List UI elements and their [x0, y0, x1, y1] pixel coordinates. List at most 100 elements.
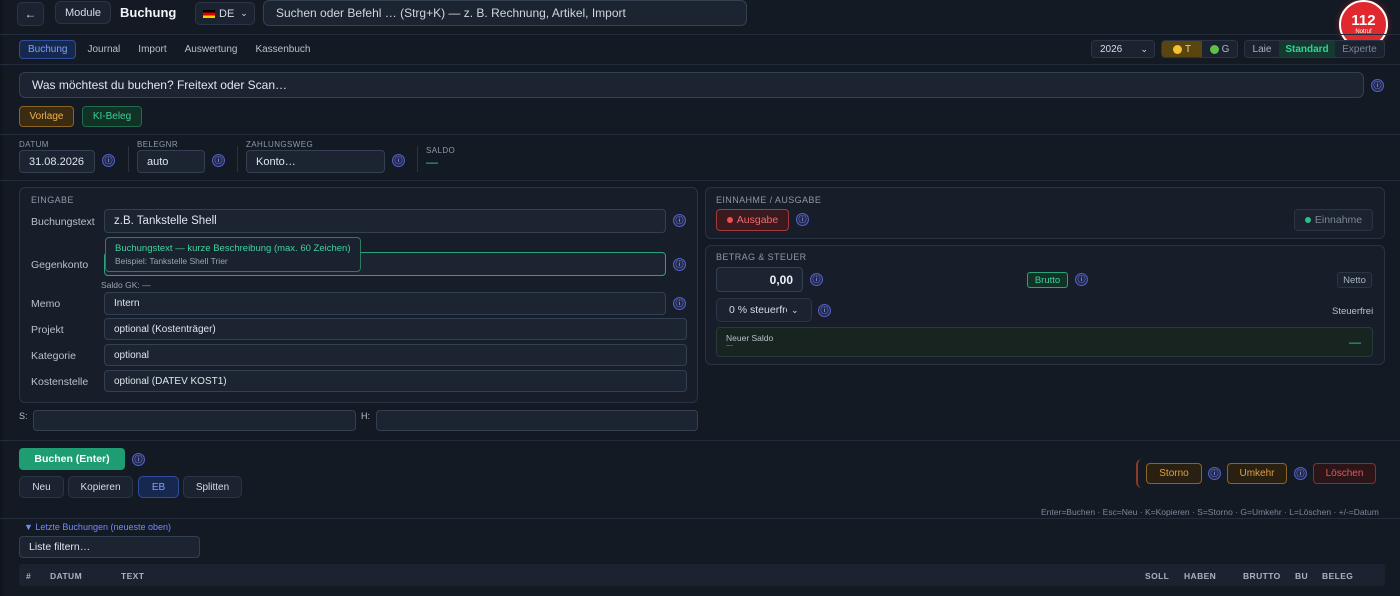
- year-value: 2026: [1100, 43, 1123, 55]
- tab-buchung[interactable]: Buchung: [19, 39, 77, 59]
- info-icon[interactable]: ⓘ: [796, 213, 809, 226]
- einnahme-button[interactable]: Einnahme: [1294, 209, 1373, 231]
- field-separator: [417, 146, 418, 172]
- saldo-label: SALDO: [426, 146, 456, 155]
- buchungstext-label: Buchungstext: [31, 216, 95, 228]
- back-button[interactable]: ←: [17, 2, 44, 26]
- steuer-select[interactable]: 0 % steuerfrei ⌄: [716, 298, 812, 322]
- neuer-saldo-box: [716, 327, 1373, 357]
- column-header-beleg[interactable]: BELEG: [1322, 571, 1353, 581]
- ki-beleg-button[interactable]: KI-Beleg: [82, 106, 142, 127]
- netto-toggle[interactable]: Netto: [1337, 272, 1372, 288]
- belegnr-label: BELEGNR: [137, 140, 179, 149]
- column-header-soll[interactable]: SOLL: [1145, 571, 1169, 581]
- kopieren-button[interactable]: Kopieren: [68, 476, 133, 498]
- level-experte[interactable]: Experte: [1335, 41, 1384, 57]
- buchen-button[interactable]: Buchen (Enter): [19, 448, 125, 470]
- info-icon[interactable]: ⓘ: [818, 304, 831, 317]
- projekt-placeholder: optional (Kostenträger): [114, 323, 216, 335]
- ausgabe-button[interactable]: Ausgabe: [716, 209, 789, 231]
- h-input[interactable]: [376, 410, 698, 431]
- mode-t-option[interactable]: T: [1162, 41, 1202, 57]
- info-icon[interactable]: ⓘ: [392, 154, 405, 167]
- storno-button[interactable]: Storno: [1146, 463, 1202, 484]
- chevron-down-icon: ⌄: [1140, 43, 1148, 54]
- form-divider: [0, 440, 1400, 441]
- column-header-text[interactable]: TEXT: [121, 571, 144, 581]
- tab-auswertung[interactable]: Auswertung: [178, 41, 245, 58]
- info-icon[interactable]: ⓘ: [102, 154, 115, 167]
- belegnr-value: auto: [147, 155, 169, 168]
- steuer-select-value: 0 % steuerfrei: [729, 304, 787, 316]
- tab-journal[interactable]: Journal: [80, 41, 127, 58]
- buchungstext-input[interactable]: z.B. Tankstelle Shell: [104, 209, 666, 233]
- kostenstelle-input[interactable]: optional (DATEV KOST1): [104, 370, 687, 392]
- mode-g-option[interactable]: G: [1202, 41, 1237, 57]
- neu-button[interactable]: Neu: [19, 476, 64, 498]
- column-header-datum[interactable]: DATUM: [50, 571, 82, 581]
- zahlungsweg-value: Konto…: [256, 155, 296, 168]
- splitten-button[interactable]: Splitten: [183, 476, 242, 498]
- neuer-saldo-label: Neuer Saldo: [726, 333, 774, 343]
- recent-bookings-toggle[interactable]: ▼ Letzte Buchungen (neueste oben): [24, 522, 171, 532]
- amount-input[interactable]: 0,00: [716, 267, 803, 292]
- language-select[interactable]: DE ⌄: [195, 2, 255, 25]
- kategorie-input[interactable]: optional: [104, 344, 687, 366]
- shortcuts-hint: Enter=Buchen · Esc=Neu · K=Kopieren · S=…: [1041, 507, 1379, 517]
- info-icon[interactable]: ⓘ: [1075, 273, 1088, 286]
- info-icon[interactable]: ⓘ: [1208, 467, 1221, 480]
- green-dot-icon: [1304, 217, 1311, 223]
- tab-kassenbuch[interactable]: Kassenbuch: [248, 41, 317, 58]
- mode-g-label: G: [1221, 43, 1230, 55]
- command-search-placeholder: Suchen oder Befehl … (Strg+K) — z. B. Re…: [276, 6, 626, 20]
- column-header-brutto[interactable]: BRUTTO: [1243, 571, 1281, 581]
- memo-input[interactable]: Intern: [104, 292, 666, 315]
- flag-de-icon: [203, 9, 215, 18]
- list-filter-input[interactable]: Liste filtern…: [19, 536, 200, 558]
- modules-label: Module: [64, 6, 102, 19]
- kostenstelle-label: Kostenstelle: [31, 376, 89, 388]
- belegnr-input[interactable]: auto: [137, 150, 205, 173]
- memo-label: Memo: [31, 298, 61, 310]
- red-dot-icon: [726, 217, 733, 223]
- brutto-toggle[interactable]: Brutto: [1027, 272, 1068, 288]
- buchungstext-tooltip: Buchungstext — kurze Beschreibung (max. …: [105, 237, 361, 272]
- field-separator: [237, 146, 238, 172]
- command-search-input[interactable]: Suchen oder Befehl … (Strg+K) — z. B. Re…: [263, 0, 747, 26]
- info-icon[interactable]: ⓘ: [673, 258, 686, 271]
- ausgabe-label: Ausgabe: [736, 214, 779, 226]
- zahlungsweg-input[interactable]: Konto…: [246, 150, 385, 173]
- vorlage-button[interactable]: Vorlage: [19, 106, 74, 127]
- eb-button[interactable]: EB: [138, 476, 179, 498]
- level-standard[interactable]: Standard: [1279, 41, 1335, 57]
- info-icon[interactable]: ⓘ: [673, 214, 686, 227]
- modules-button[interactable]: Module: [55, 1, 111, 24]
- s-input[interactable]: [33, 410, 356, 431]
- loeschen-button[interactable]: Löschen: [1313, 463, 1376, 484]
- info-icon[interactable]: ⓘ: [1371, 79, 1384, 92]
- column-header-haben[interactable]: HABEN: [1184, 571, 1216, 581]
- chevron-down-icon: ⌄: [240, 8, 248, 18]
- datum-label: DATUM: [19, 140, 49, 149]
- quick-entry-input[interactable]: Was möchtest du buchen? Freitext oder Sc…: [19, 72, 1364, 98]
- amount-value: 0,00: [769, 272, 793, 287]
- info-icon[interactable]: ⓘ: [673, 297, 686, 310]
- level-laie[interactable]: Laie: [1245, 41, 1279, 57]
- info-icon[interactable]: ⓘ: [132, 453, 145, 466]
- datum-input[interactable]: 31.08.2026: [19, 150, 95, 173]
- left-edge-marker: [0, 0, 3, 596]
- year-select[interactable]: 2026 ⌄: [1091, 40, 1155, 58]
- memo-value: Intern: [114, 298, 140, 309]
- datum-value: 31.08.2026: [29, 155, 85, 168]
- projekt-input[interactable]: optional (Kostenträger): [104, 318, 687, 340]
- tab-bar: Buchung Journal Import Auswertung Kassen…: [19, 39, 318, 59]
- column-header-index: #: [26, 571, 32, 581]
- tab-import[interactable]: Import: [131, 41, 173, 58]
- column-header-bu[interactable]: BU: [1295, 571, 1308, 581]
- umkehr-button[interactable]: Umkehr: [1227, 463, 1287, 484]
- kategorie-label: Kategorie: [31, 350, 76, 362]
- info-icon[interactable]: ⓘ: [1294, 467, 1307, 480]
- info-icon[interactable]: ⓘ: [212, 154, 225, 167]
- info-icon[interactable]: ⓘ: [810, 273, 823, 286]
- mode-t-label: T: [1184, 43, 1192, 55]
